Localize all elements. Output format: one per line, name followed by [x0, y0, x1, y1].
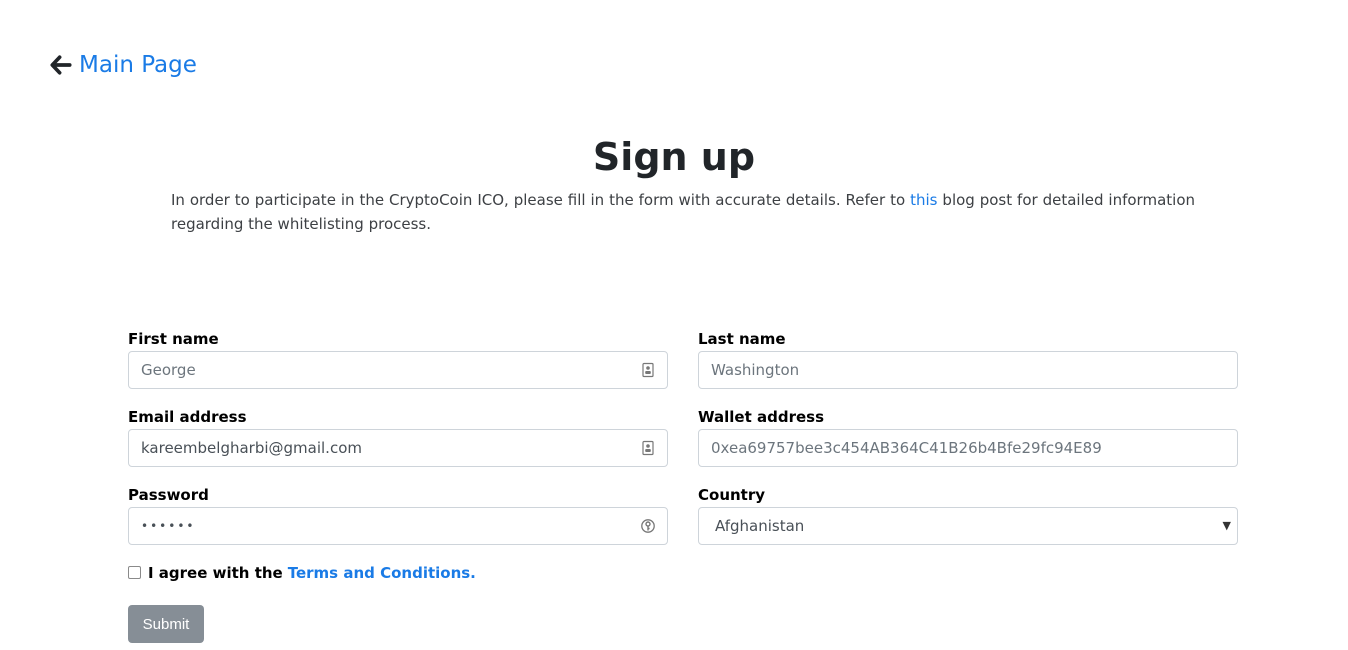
password-label: Password — [128, 486, 209, 504]
country-select[interactable]: Afghanistan ▼ — [698, 507, 1238, 545]
intro-text: In order to participate in the CryptoCoi… — [171, 188, 1195, 236]
contact-card-icon[interactable] — [640, 362, 656, 378]
last-name-field: Last name — [698, 329, 1238, 389]
wallet-field: Wallet address — [698, 407, 1238, 467]
wallet-input[interactable] — [699, 430, 1237, 466]
email-label: Email address — [128, 408, 247, 426]
terms-link[interactable]: Terms and Conditions. — [288, 564, 476, 582]
terms-text: I agree with the — [148, 564, 283, 582]
terms-checkbox[interactable] — [128, 565, 141, 579]
password-input[interactable] — [129, 508, 667, 544]
caret-down-icon: ▼ — [1222, 519, 1231, 532]
intro-text-before: In order to participate in the CryptoCoi… — [171, 191, 906, 209]
blog-post-link[interactable]: this — [910, 191, 937, 209]
key-icon[interactable] — [640, 518, 656, 534]
email-field: Email address — [128, 407, 668, 467]
arrow-left-icon — [50, 55, 72, 75]
password-field: Password — [128, 485, 668, 545]
email-input-box — [128, 429, 668, 467]
country-label: Country — [698, 486, 766, 504]
page-title: Sign up — [592, 135, 756, 179]
wallet-label: Wallet address — [698, 408, 825, 426]
country-selected-value: Afghanistan — [715, 517, 805, 535]
first-name-input[interactable] — [129, 352, 667, 388]
first-name-label: First name — [128, 330, 219, 348]
main-page-link[interactable]: Main Page — [50, 48, 197, 82]
password-input-box — [128, 507, 668, 545]
main-page-label: Main Page — [79, 52, 197, 78]
submit-button[interactable]: Submit — [128, 605, 204, 643]
last-name-label: Last name — [698, 330, 786, 348]
first-name-field: First name — [128, 329, 668, 389]
last-name-input[interactable] — [699, 352, 1237, 388]
last-name-input-box — [698, 351, 1238, 389]
first-name-input-box — [128, 351, 668, 389]
country-field: Country Afghanistan ▼ — [698, 485, 1238, 545]
terms-agreement: I agree with the Terms and Conditions. — [128, 564, 476, 582]
contact-card-icon[interactable] — [640, 440, 656, 456]
wallet-input-box — [698, 429, 1238, 467]
email-input[interactable] — [129, 430, 667, 466]
